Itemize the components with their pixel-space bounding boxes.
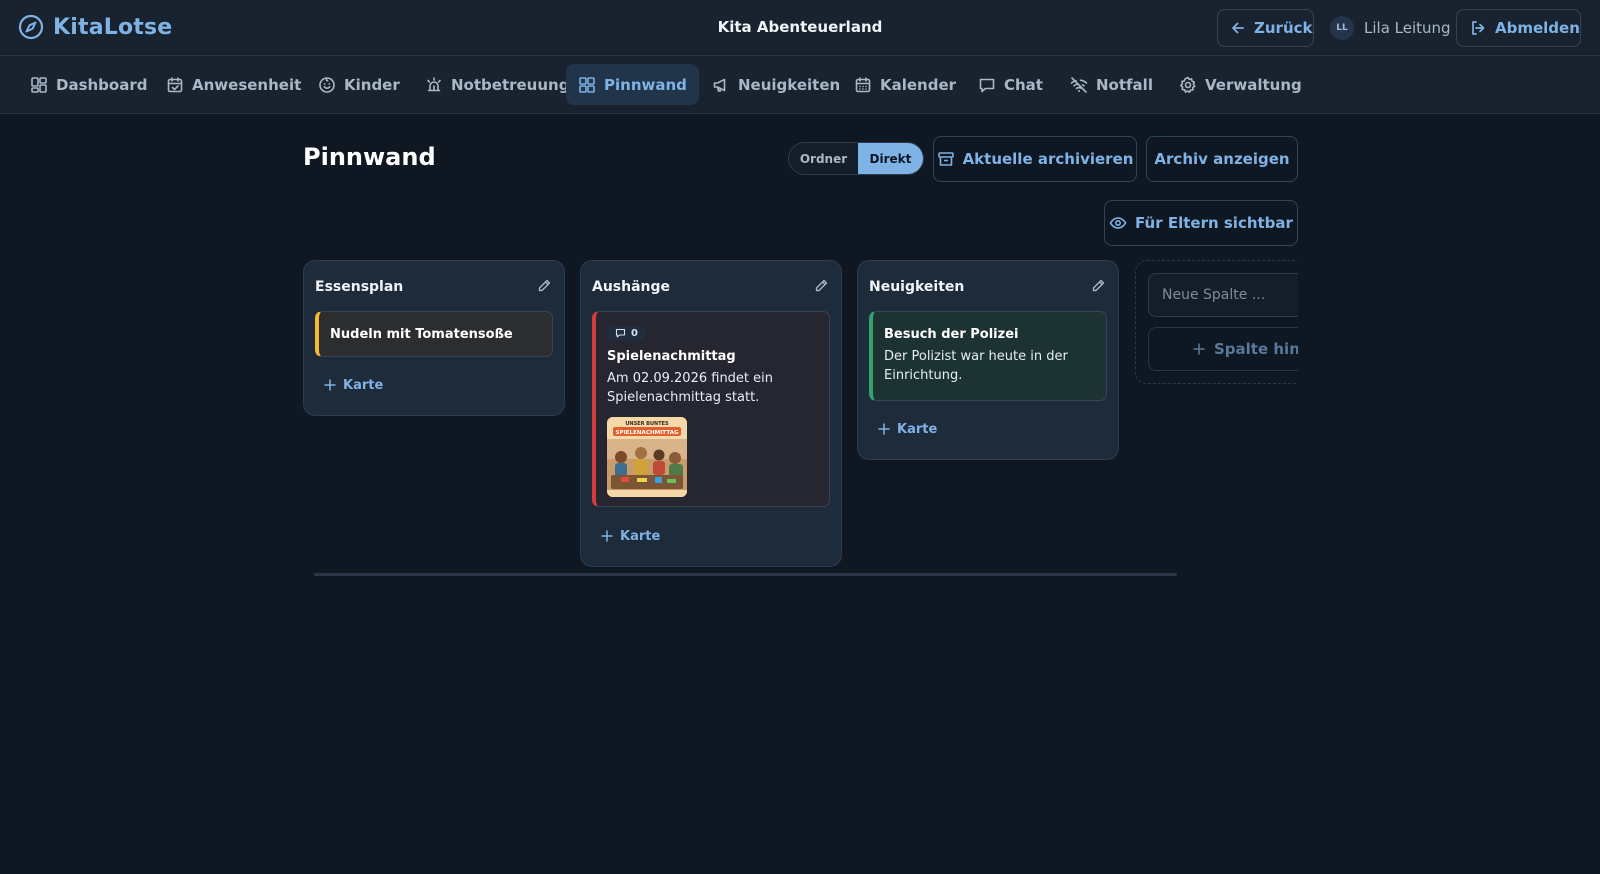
nav-item-kalender[interactable]: Kalender [842, 64, 968, 105]
column-header: Neuigkeiten [858, 261, 1118, 311]
show-archive-button[interactable]: Archiv anzeigen [1146, 136, 1298, 182]
card-title: Spielenachmittag [607, 349, 736, 364]
smile-icon [318, 76, 336, 94]
message-icon [978, 76, 996, 94]
top-bar: KitaLotse Kita Abenteuerland Zurück LL L… [0, 0, 1600, 56]
board-card[interactable]: 0 Spielenachmittag Am 02.09.2026 findet … [592, 311, 830, 507]
plus-icon [1193, 343, 1205, 355]
card-text: Der Polizist war heute in der Einrichtun… [884, 349, 1068, 383]
nav-item-label: Notbetreuung [451, 75, 570, 94]
nav-item-verwaltung[interactable]: Verwaltung [1167, 64, 1314, 105]
app-name: KitaLotse [53, 14, 173, 40]
nav-item-label: Dashboard [56, 75, 148, 94]
add-column-button[interactable]: Spalte hinzufügen [1148, 327, 1298, 371]
view-option-ordner[interactable]: Ordner [789, 143, 858, 174]
column-header: Essensplan [304, 261, 564, 311]
add-card-label: Karte [897, 421, 938, 437]
nav-item-notfall[interactable]: Notfall [1058, 64, 1165, 105]
poster-line-1: UNSER BUNTES [625, 421, 669, 427]
calendar-check-icon [166, 76, 184, 94]
megaphone-icon [712, 76, 730, 94]
add-column-label: Spalte hinzufügen [1214, 340, 1298, 358]
eye-icon [1109, 214, 1127, 232]
gear-icon [1179, 76, 1197, 94]
main-navigation: Dashboard Anwesenheit Kinder Notbetreuun… [0, 56, 1600, 114]
nav-item-label: Chat [1004, 75, 1043, 94]
visible-for-parents-button[interactable]: Für Eltern sichtbar [1104, 200, 1298, 246]
grid-icon [30, 76, 48, 94]
nav-item-label: Kalender [880, 75, 957, 94]
card-text: Am 02.09.2026 findet ein Spielenachmitta… [607, 371, 774, 405]
nav-item-label: Anwesenheit [192, 75, 302, 94]
column-header: Aushänge [581, 261, 841, 311]
board-card[interactable]: Nudeln mit Tomatensoße [315, 311, 553, 357]
pencil-icon[interactable] [1090, 278, 1106, 294]
visible-for-parents-label: Für Eltern sichtbar [1135, 214, 1293, 232]
nav-item-dashboard[interactable]: Dashboard [18, 64, 159, 105]
view-option-direkt[interactable]: Direkt [857, 143, 923, 174]
comment-count-badge[interactable]: 0 [607, 326, 646, 341]
logout-button-label: Abmelden [1495, 19, 1580, 37]
archive-current-label: Aktuelle archivieren [962, 150, 1134, 168]
pencil-icon[interactable] [536, 278, 552, 294]
new-column-panel: Spalte hinzufügen [1135, 260, 1298, 384]
add-card-button[interactable]: Karte [581, 525, 841, 547]
column-title: Essensplan [315, 279, 404, 295]
nav-item-neuigkeiten[interactable]: Neuigkeiten [700, 64, 852, 105]
wifi-off-icon [1070, 76, 1088, 94]
pinboard: Essensplan Nudeln mit Tomatensoße Karte … [303, 260, 1298, 580]
user-menu[interactable]: LL Lila Leitung [1330, 16, 1451, 40]
page-title: Pinnwand [303, 143, 436, 171]
board-column-neuigkeiten: Neuigkeiten Besuch der Polizei Der Poliz… [857, 260, 1119, 460]
show-archive-label: Archiv anzeigen [1154, 150, 1290, 168]
poster-line-2: SPIELENACHMITTAG [615, 430, 679, 436]
nav-item-kinder[interactable]: Kinder [306, 64, 412, 105]
comment-count: 0 [631, 328, 638, 339]
new-column-input[interactable] [1148, 273, 1298, 317]
card-image-thumbnail[interactable]: UNSER BUNTES SPIELENACHMITTAG [607, 417, 687, 497]
plus-icon [601, 530, 613, 542]
board-card[interactable]: Besuch der Polizei Der Polizist war heut… [869, 311, 1107, 401]
avatar: LL [1330, 16, 1354, 40]
arrow-left-icon [1230, 20, 1246, 36]
board-column-aushaenge: Aushänge 0 Spielenachmittag Am 02.09.202… [580, 260, 842, 567]
column-title: Neuigkeiten [869, 279, 965, 295]
logout-icon [1469, 19, 1487, 37]
column-title: Aushänge [592, 279, 671, 295]
nav-item-pinnwand[interactable]: Pinnwand [566, 64, 699, 105]
pencil-icon[interactable] [813, 278, 829, 294]
archive-icon [937, 150, 955, 168]
nav-item-anwesenheit[interactable]: Anwesenheit [154, 64, 313, 105]
add-card-label: Karte [343, 377, 384, 393]
nav-item-notbetreuung[interactable]: Notbetreuung [413, 64, 581, 105]
plus-icon [878, 423, 890, 435]
user-name: Lila Leitung [1364, 19, 1451, 37]
add-card-button[interactable]: Karte [858, 418, 1118, 440]
nav-item-label: Verwaltung [1205, 75, 1302, 94]
compass-icon [18, 14, 44, 40]
card-title: Besuch der Polizei [884, 327, 1019, 342]
back-button-label: Zurück [1254, 19, 1313, 37]
horizontal-scrollbar[interactable] [314, 573, 1177, 576]
comment-icon [615, 328, 626, 339]
brand[interactable]: KitaLotse [18, 14, 172, 40]
add-card-label: Karte [620, 528, 661, 544]
nav-item-chat[interactable]: Chat [966, 64, 1055, 105]
plus-icon [324, 379, 336, 391]
siren-icon [425, 76, 443, 94]
grid-icon [578, 76, 596, 94]
card-title: Nudeln mit Tomatensoße [330, 327, 513, 342]
nav-item-label: Neuigkeiten [738, 75, 841, 94]
back-button[interactable]: Zurück [1217, 9, 1314, 47]
nav-item-label: Notfall [1096, 75, 1153, 94]
view-toggle: Ordner Direkt [788, 142, 924, 175]
board-column-essensplan: Essensplan Nudeln mit Tomatensoße Karte [303, 260, 565, 416]
calendar-icon [854, 76, 872, 94]
logout-button[interactable]: Abmelden [1456, 9, 1581, 47]
add-card-button[interactable]: Karte [304, 374, 564, 396]
nav-item-label: Kinder [344, 75, 400, 94]
archive-current-button[interactable]: Aktuelle archivieren [933, 136, 1137, 182]
nav-item-label: Pinnwand [604, 75, 687, 94]
